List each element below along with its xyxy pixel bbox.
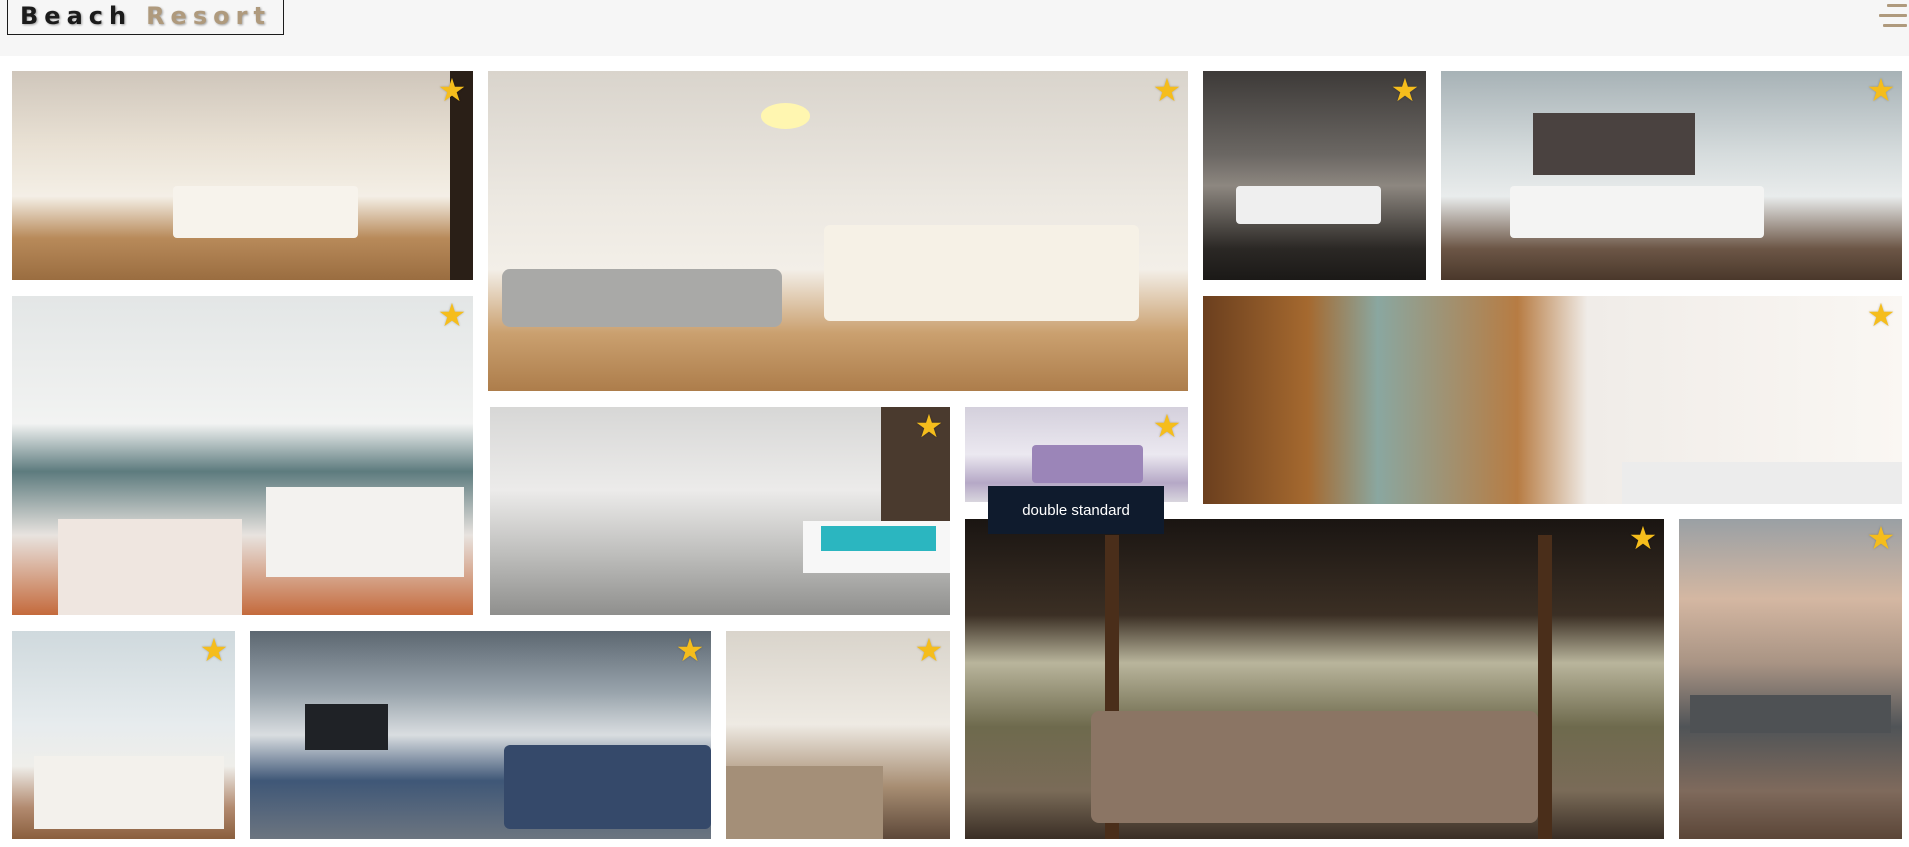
star-icon[interactable]: ★ (437, 74, 467, 106)
room-photo (490, 407, 950, 615)
room-tile[interactable]: ★ (488, 71, 1188, 391)
room-tile[interactable]: ★ (1203, 71, 1426, 280)
room-photo (250, 631, 711, 839)
star-icon[interactable]: ★ (1866, 74, 1896, 106)
room-photo (488, 71, 1188, 391)
room-photo (12, 71, 473, 280)
star-icon[interactable]: ★ (1866, 522, 1896, 554)
menu-line (1879, 13, 1907, 17)
room-tile[interactable]: ★ (12, 296, 473, 615)
room-type-tooltip: double standard (988, 486, 1164, 534)
room-photo (1203, 296, 1902, 504)
star-icon[interactable]: ★ (1152, 74, 1182, 106)
star-icon[interactable]: ★ (199, 634, 229, 666)
menu-line (1887, 3, 1907, 7)
brand-logo[interactable]: Beach Resort (7, 0, 284, 35)
star-icon[interactable]: ★ (675, 634, 705, 666)
logo-word-beach: Beach (20, 2, 133, 30)
room-photo (965, 519, 1664, 839)
room-tile[interactable]: ★ (965, 519, 1664, 839)
star-icon[interactable]: ★ (914, 410, 944, 442)
star-icon[interactable]: ★ (914, 634, 944, 666)
room-photo (1441, 71, 1902, 280)
star-icon[interactable]: ★ (1628, 522, 1658, 554)
room-tile[interactable]: ★ (12, 631, 235, 839)
menu-line (1883, 23, 1907, 27)
star-icon[interactable]: ★ (437, 299, 467, 331)
room-tile[interactable]: ★ (250, 631, 711, 839)
room-tile[interactable]: ★ (490, 407, 950, 615)
room-tile[interactable]: ★ (1441, 71, 1902, 280)
top-navbar: Beach Resort (0, 0, 1909, 46)
star-icon[interactable]: ★ (1390, 74, 1420, 106)
star-icon[interactable]: ★ (1866, 299, 1896, 331)
logo-word-resort: Resort (146, 2, 271, 30)
room-photo (1679, 519, 1902, 839)
room-tile[interactable]: ★ (726, 631, 950, 839)
hamburger-menu-icon[interactable] (1879, 0, 1907, 30)
room-tile[interactable]: ★ (12, 71, 473, 280)
room-photo (12, 296, 473, 615)
star-icon[interactable]: ★ (1152, 410, 1182, 442)
room-tile[interactable]: ★ (1203, 296, 1902, 504)
room-tile[interactable]: ★ (1679, 519, 1902, 839)
